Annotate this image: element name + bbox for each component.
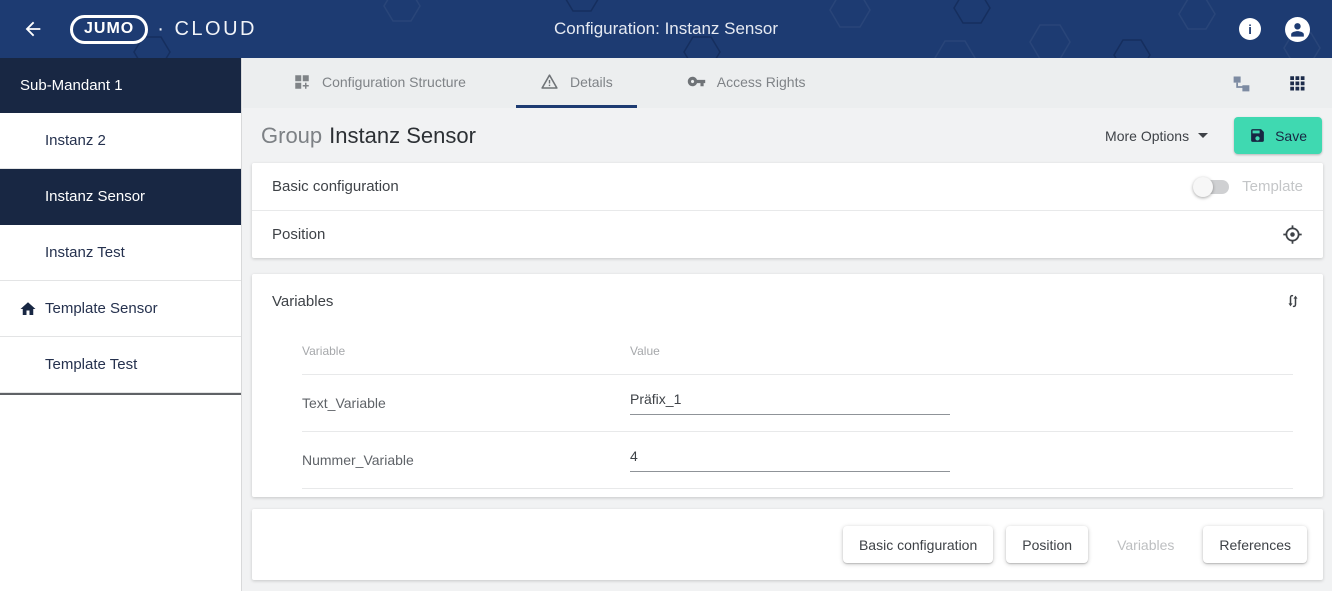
sidebar-item-template-test[interactable]: Template Test [0, 337, 241, 393]
sidebar-item-label: Instanz Sensor [45, 188, 145, 205]
variables-label: Variables [272, 293, 333, 310]
divider [302, 488, 1293, 489]
section-gap [243, 258, 1332, 274]
tabbar-actions [1231, 58, 1332, 108]
save-button[interactable]: Save [1234, 117, 1322, 154]
tab-bar: Configuration Structure Details Access R… [243, 58, 1332, 108]
main-content: Configuration Structure Details Access R… [243, 58, 1332, 591]
section-navigation-bar: Basic configuration Position Variables R… [252, 509, 1323, 580]
position-row[interactable]: Position [252, 211, 1323, 258]
basic-configuration-label: Basic configuration [272, 178, 399, 195]
variables-table: Variable Value Text_Variable Nummer_Vari… [252, 328, 1323, 497]
sidebar-item-template-sensor[interactable]: Template Sensor [0, 281, 241, 337]
variable-name: Nummer_Variable [302, 452, 630, 468]
column-header-variable: Variable [302, 344, 630, 358]
home-icon [19, 300, 37, 318]
swap-vertical-icon [1283, 291, 1303, 311]
page-title-prefix: Group [261, 123, 322, 148]
basic-configuration-nav-button[interactable]: Basic configuration [843, 526, 993, 563]
template-toggle[interactable] [1196, 180, 1229, 194]
sidebar-end-divider [0, 393, 241, 395]
configuration-card: Basic configuration Template Position [252, 163, 1323, 258]
tab-access-rights[interactable]: Access Rights [663, 58, 830, 108]
position-nav-button[interactable]: Position [1006, 526, 1088, 563]
grid-view-button[interactable] [1288, 74, 1306, 92]
variable-name: Text_Variable [302, 395, 630, 411]
sidebar-item-instanz-sensor[interactable]: Instanz Sensor [0, 169, 241, 225]
template-toggle-label: Template [1242, 178, 1303, 195]
sidebar-item-label: Instanz Test [45, 244, 125, 261]
tab-details[interactable]: Details [516, 58, 637, 108]
variables-nav-button: Variables [1101, 526, 1190, 563]
variables-section-header: Variables [252, 274, 1323, 328]
page-heading-row: Group Instanz Sensor More Options Save [243, 108, 1332, 163]
references-nav-button[interactable]: References [1203, 526, 1307, 563]
sidebar: Sub-Mandant 1 Instanz 2 Instanz Sensor I… [0, 58, 242, 591]
person-icon [1288, 20, 1307, 39]
hierarchy-view-button[interactable] [1231, 73, 1252, 94]
sort-variables-button[interactable] [1283, 291, 1303, 311]
dashboard-customize-icon [293, 73, 311, 91]
variables-card: Variables Variable Value [252, 274, 1323, 497]
sidebar-item-instanz-test[interactable]: Instanz Test [0, 225, 241, 281]
sidebar-root-mandant[interactable]: Sub-Mandant 1 [0, 58, 241, 113]
key-icon [687, 72, 706, 91]
table-row: Nummer_Variable [302, 432, 1293, 488]
sidebar-item-label: Template Test [45, 356, 137, 373]
jumo-logo-pill: JUMO [70, 15, 148, 44]
page-actions: More Options Save [1099, 117, 1322, 154]
table-row: Text_Variable [302, 375, 1293, 431]
tab-label: Access Rights [717, 74, 806, 90]
sidebar-item-label: Template Sensor [45, 300, 158, 317]
tab-configuration-structure[interactable]: Configuration Structure [269, 58, 490, 108]
warning-triangle-icon [540, 72, 559, 91]
save-icon [1249, 127, 1266, 144]
tab-label: Configuration Structure [322, 74, 466, 90]
page-title-name: Instanz Sensor [329, 123, 476, 148]
template-toggle-group: Template [1196, 178, 1303, 195]
back-button[interactable] [16, 12, 50, 46]
jumo-cloud-logo: JUMO · CLOUD [70, 15, 257, 44]
tab-label: Details [570, 74, 613, 90]
save-button-label: Save [1275, 128, 1307, 144]
basic-configuration-row[interactable]: Basic configuration Template [252, 163, 1323, 210]
info-icon: i [1248, 22, 1252, 37]
more-options-label: More Options [1105, 128, 1189, 144]
value-input-text-variable[interactable] [630, 391, 950, 415]
window-title: Configuration: Instanz Sensor [554, 19, 778, 39]
info-button[interactable]: i [1239, 18, 1261, 40]
chevron-down-icon [1198, 133, 1208, 138]
variables-table-header: Variable Value [302, 328, 1293, 374]
header-actions: i [1239, 17, 1310, 42]
value-input-nummer-variable[interactable] [630, 448, 950, 472]
more-options-button[interactable]: More Options [1099, 127, 1214, 145]
hierarchy-tree-icon [1231, 73, 1252, 94]
my-location-button[interactable] [1282, 224, 1303, 245]
sidebar-item-instanz-2[interactable]: Instanz 2 [0, 113, 241, 169]
sidebar-root-label: Sub-Mandant 1 [20, 77, 123, 94]
app-header: JUMO · CLOUD Configuration: Instanz Sens… [0, 0, 1332, 58]
arrow-left-icon [22, 18, 44, 40]
apps-grid-icon [1288, 74, 1306, 92]
account-button[interactable] [1285, 17, 1310, 42]
my-location-icon [1282, 224, 1303, 245]
sidebar-item-label: Instanz 2 [45, 132, 106, 149]
template-toggle-knob [1193, 177, 1213, 197]
column-header-value: Value [630, 344, 660, 358]
page-title: Group Instanz Sensor [261, 123, 476, 149]
position-label: Position [272, 226, 325, 243]
cloud-logo-text: · CLOUD [157, 18, 257, 41]
